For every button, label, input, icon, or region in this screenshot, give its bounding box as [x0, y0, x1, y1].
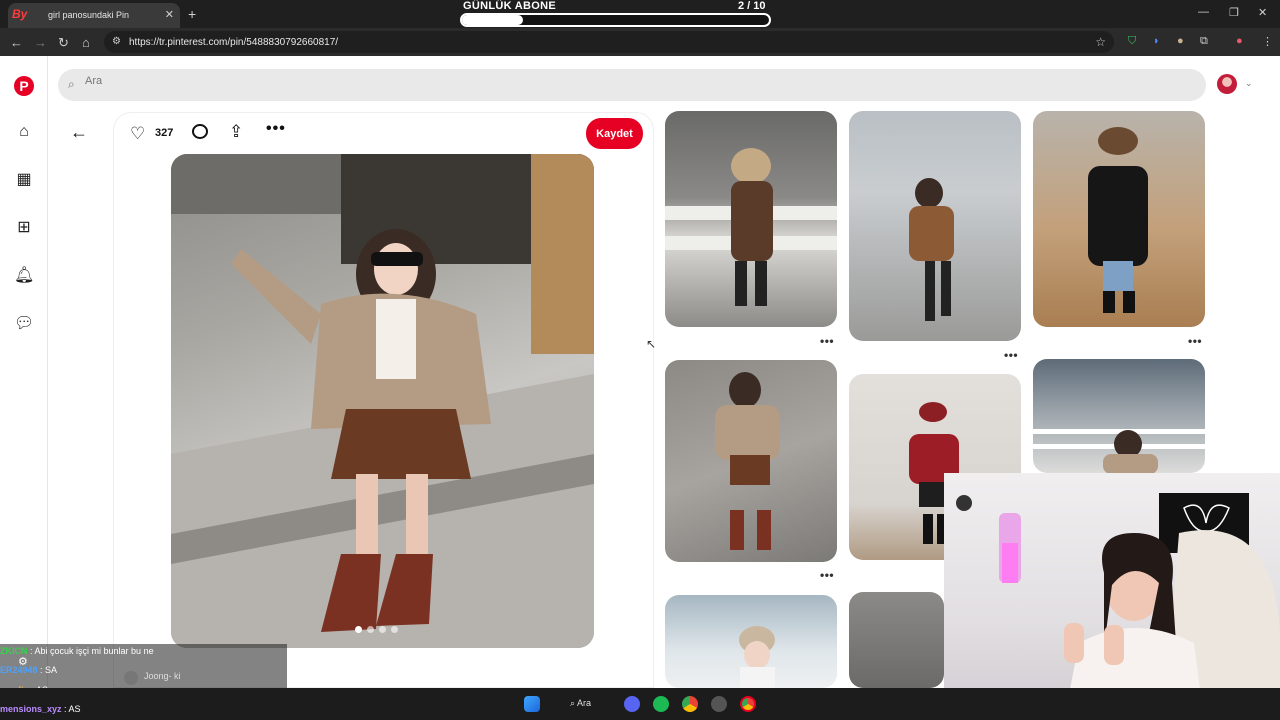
chat-text: : Abi çocuk işçi mi bunlar bu ne: [30, 646, 154, 656]
chat-message: Joong- ki: [124, 671, 181, 685]
explore-icon[interactable]: ▦: [14, 170, 34, 190]
taskbar: [0, 688, 1280, 720]
notifications-bell-icon[interactable]: 🔔︎: [14, 266, 34, 286]
chat-text: Joong- ki: [144, 671, 181, 681]
chevron-down-icon[interactable]: ⌄: [1245, 78, 1253, 89]
pin-more-icon[interactable]: •••: [820, 334, 834, 348]
related-pin[interactable]: [1033, 359, 1205, 473]
pin-more-icon[interactable]: •••: [820, 568, 834, 582]
address-bar-row: ← → ↻ ⌂ ⚙ https://tr.pinterest.com/pin/5…: [0, 28, 1280, 56]
subscriber-goal-fill: [462, 15, 524, 25]
like-count: 327: [155, 127, 174, 139]
mouse-cursor-icon: ↖: [646, 337, 657, 351]
cookie-extension-icon[interactable]: ●: [1177, 35, 1184, 47]
tab-close-icon[interactable]: ✕: [165, 8, 174, 21]
carousel-dot[interactable]: [367, 626, 374, 633]
tab-title: girl panosundaki Pin: [48, 10, 130, 20]
chat-message: mensions_xyz : AS: [0, 704, 81, 714]
pin-thumbnail: [1088, 127, 1148, 313]
webcam-feed: [956, 493, 1280, 720]
bookmark-star-icon[interactable]: ☆: [1095, 35, 1106, 49]
comment-icon[interactable]: [192, 124, 208, 139]
streamer-webcam: [944, 473, 1280, 720]
chat-avatar: [124, 671, 138, 685]
pin-thumbnail: [665, 148, 837, 306]
subscriber-goal-bar: [460, 13, 771, 27]
search-bar[interactable]: ⌕: [58, 69, 1206, 101]
translate-extension-icon[interactable]: ◗: [1153, 35, 1160, 47]
spotify-icon[interactable]: [653, 696, 669, 712]
search-input[interactable]: [85, 75, 685, 87]
chat-username: mensions_xyz: [0, 704, 62, 714]
related-pin[interactable]: [665, 360, 837, 562]
subscriber-goal-count: 2 / 10: [738, 0, 766, 12]
browser-tab[interactable]: By girl panosundaki Pin ✕: [8, 3, 180, 28]
extensions-puzzle-icon[interactable]: ⧉: [1200, 35, 1208, 48]
taskbar-search[interactable]: ⌕ Ara: [570, 698, 591, 709]
windows-start-icon[interactable]: [524, 696, 540, 712]
minimize-icon[interactable]: —: [1198, 6, 1209, 18]
pin-thumbnail: [739, 626, 775, 688]
settings-gear-icon[interactable]: ⚙: [18, 655, 28, 668]
messages-icon[interactable]: 💬︎: [14, 314, 34, 334]
more-options-icon[interactable]: •••: [266, 120, 286, 138]
pin-photo-illustration: [171, 154, 594, 648]
carousel-dot[interactable]: [379, 626, 386, 633]
related-pin[interactable]: [665, 111, 837, 327]
chat-message: ER24948 : SA: [0, 665, 57, 675]
home-icon[interactable]: ⌂: [14, 122, 34, 142]
back-icon[interactable]: ←: [10, 35, 23, 50]
save-button[interactable]: Kaydet: [586, 118, 643, 149]
omnibox[interactable]: ⚙ https://tr.pinterest.com/pin/548883079…: [104, 31, 1114, 53]
share-icon[interactable]: ⇪: [229, 122, 243, 142]
pin-thumbnail: [715, 372, 780, 550]
pin-more-icon[interactable]: •••: [1188, 334, 1202, 348]
search-icon: ⌕: [68, 77, 75, 91]
stream-logo: By: [12, 7, 28, 21]
chrome-icon[interactable]: [682, 696, 698, 712]
carousel-dot[interactable]: [355, 626, 362, 633]
related-pin[interactable]: [1033, 111, 1205, 327]
shield-extension-icon[interactable]: ⛉: [1128, 35, 1136, 48]
pin-thumbnail: [1033, 429, 1205, 473]
pin-thumbnail: [909, 178, 954, 321]
maximize-icon[interactable]: ❐: [1229, 6, 1239, 19]
avatar[interactable]: [1217, 74, 1237, 94]
pin-more-icon[interactable]: •••: [1004, 348, 1018, 362]
chrome-active-icon[interactable]: [740, 696, 756, 712]
obs-icon[interactable]: [711, 696, 727, 712]
chat-text: : SA: [40, 665, 58, 675]
heart-icon[interactable]: ♡: [130, 124, 145, 144]
home-icon[interactable]: ⌂: [82, 35, 90, 50]
url-text: https://tr.pinterest.com/pin/54888307926…: [129, 37, 339, 48]
carousel-dot[interactable]: [391, 626, 398, 633]
profile-icon[interactable]: ●: [1236, 35, 1243, 47]
related-pin[interactable]: [665, 595, 837, 688]
create-icon[interactable]: ⊞: [14, 218, 34, 238]
related-pin[interactable]: [849, 592, 944, 688]
browser-menu-icon[interactable]: ⋮: [1262, 35, 1273, 48]
back-arrow-icon[interactable]: ←: [70, 122, 88, 143]
chat-text: : AS: [64, 704, 81, 714]
carousel-dots[interactable]: [355, 620, 403, 638]
site-info-icon[interactable]: ⚙: [112, 36, 121, 47]
forward-icon[interactable]: →: [34, 35, 47, 50]
reload-icon[interactable]: ↻: [58, 35, 69, 51]
pinterest-logo-icon[interactable]: P: [14, 76, 34, 96]
window-close-icon[interactable]: ✕: [1258, 6, 1267, 19]
pin-main-image[interactable]: [171, 154, 594, 648]
taskbar-search-label: Ara: [577, 698, 592, 708]
discord-icon[interactable]: [624, 696, 640, 712]
left-sidebar: P ⌂ ▦ ⊞ 🔔︎ 💬︎: [0, 56, 48, 688]
subscriber-goal-title: GÜNLÜK ABONE: [463, 0, 557, 12]
new-tab-icon[interactable]: +: [188, 6, 196, 22]
related-pin[interactable]: [849, 111, 1021, 341]
